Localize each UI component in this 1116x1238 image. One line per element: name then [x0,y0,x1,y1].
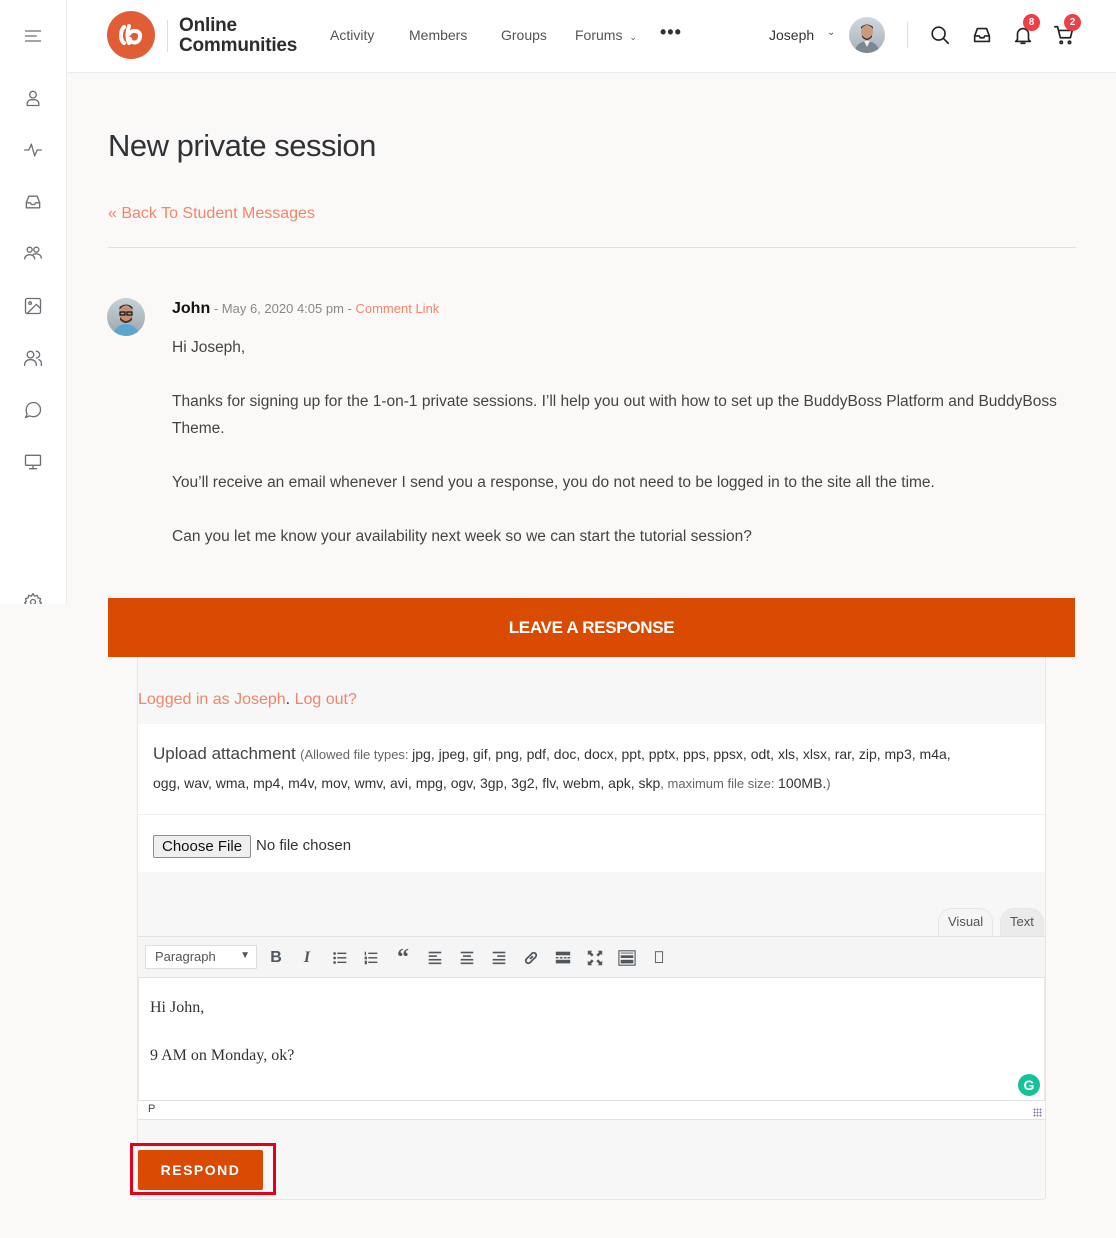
bullet-list-icon[interactable] [329,947,351,969]
nav-activity[interactable]: Activity [330,27,374,43]
italic-icon[interactable]: I [296,947,318,969]
logged-in-user-link[interactable]: Logged in as Joseph [138,691,286,708]
align-center-icon[interactable] [456,947,478,969]
placeholder-icon[interactable] [648,947,670,969]
max-size-value: 100MB. [778,775,827,791]
comment-meta: John - May 6, 2020 4:05 pm - Comment Lin… [172,300,439,318]
inbox-icon[interactable] [21,190,45,214]
user-avatar[interactable] [849,17,885,53]
activity-icon[interactable] [21,138,45,162]
read-more-icon[interactable] [552,947,574,969]
notification-badge: 8 [1023,14,1040,31]
editor-status-bar: P [138,1100,1045,1120]
comment-author[interactable]: John [172,300,210,317]
align-right-icon[interactable] [488,947,510,969]
leave-response-heading: LEAVE A RESPONSE [108,598,1075,657]
inbox-icon[interactable] [971,24,993,46]
file-status: No file chosen [256,837,352,854]
format-select-value: Paragraph [155,949,216,964]
file-input-section: Choose File No file chosen [138,814,1045,872]
resize-handle-icon[interactable] [1033,1108,1042,1117]
header-divider [907,22,908,48]
separator-dot: . [285,691,295,708]
element-path[interactable]: P [148,1103,155,1115]
nav-forums[interactable]: Forums ⌄ [575,27,637,43]
comment-date: May 6, 2020 4:05 pm [221,301,344,316]
profile-icon[interactable] [21,86,45,110]
settings-icon[interactable] [21,592,45,604]
editor-line: 9 AM on Monday, ok? [150,1047,295,1064]
choose-file-button[interactable]: Choose File [153,835,252,858]
logout-link[interactable]: Log out? [295,691,357,708]
close-paren: ) [826,776,831,791]
chevron-down-icon[interactable]: ⌄ [827,27,835,38]
photos-icon[interactable] [21,294,45,318]
allowed-types: jpg, jpeg, gif, png, pdf, doc, docx, ppt… [412,746,951,762]
chevron-down-icon: ⌄ [629,32,637,42]
grammarly-icon[interactable]: G [1018,1074,1040,1096]
respond-button[interactable]: RESPOND [138,1150,263,1190]
format-select[interactable]: Paragraph ▼ [145,945,257,969]
comment-paragraph: You’ll receive an email whenever I send … [172,474,935,491]
align-left-icon[interactable] [424,947,446,969]
comment-body: Hi Joseph, Thanks for signing up for the… [172,334,1072,577]
nav-groups[interactable]: Groups [501,27,547,43]
user-name[interactable]: Joseph [769,27,814,43]
message-editor[interactable]: Hi John, 9 AM on Monday, ok? [138,978,1045,1100]
top-header: Online Communities Activity Members Grou… [67,0,1116,73]
toolbar-toggle-icon[interactable] [616,947,638,969]
bold-icon[interactable]: B [265,947,287,969]
editor-line: Hi John, [150,999,205,1016]
brand-line-2: Communities [179,35,298,56]
blockquote-icon[interactable]: “ [392,946,414,970]
allowed-types: ogg, wav, wma, mp4, m4v, mov, wmv, avi, … [153,775,661,791]
upload-title: Upload attachment [153,744,296,763]
tab-text[interactable]: Text [1000,908,1044,936]
nav-forums-label: Forums [575,27,623,43]
divider [108,247,1076,248]
more-menu-button[interactable]: ••• [660,22,682,43]
logged-in-info: Logged in as Joseph. Log out? [138,691,357,709]
cart-badge: 2 [1064,14,1081,31]
meta-separator: - [210,301,222,316]
logo-icon[interactable] [107,11,155,59]
menu-icon[interactable] [21,24,45,48]
comment-paragraph: Hi Joseph, [172,339,246,356]
upload-attachment-section: Upload attachment (Allowed file types: j… [138,724,1045,814]
link-icon[interactable] [520,947,542,969]
comment-paragraph: Can you let me know your availability ne… [172,528,752,545]
fullscreen-icon[interactable] [584,947,606,969]
allowed-prefix: (Allowed file types: [300,747,413,762]
brand-line-1: Online [179,15,237,36]
numbered-list-icon[interactable] [360,947,382,969]
meta-separator: - [343,301,356,316]
comment-author-avatar[interactable] [107,298,145,336]
brand-name[interactable]: Online Communities [179,16,297,56]
courses-icon[interactable] [21,450,45,474]
lower-background [0,604,108,1238]
groups-icon[interactable] [21,241,45,265]
cart-icon[interactable]: 2 [1053,14,1081,46]
comment-paragraph: Thanks for signing up for the 1-on-1 pri… [172,393,1057,437]
members-icon[interactable] [21,346,45,370]
max-size-label: , maximum file size: [660,776,779,791]
forums-icon[interactable] [21,398,45,422]
notifications-icon[interactable]: 8 [1012,14,1040,46]
search-icon[interactable] [929,24,951,46]
dropdown-arrow-icon: ▼ [240,950,250,961]
sidebar [0,0,67,604]
nav-members[interactable]: Members [409,27,467,43]
logo-divider [167,20,168,52]
comment-link[interactable]: Comment Link [355,301,439,316]
editor-toolbar: Paragraph ▼ B I “ [138,936,1045,978]
back-to-messages-link[interactable]: « Back To Student Messages [108,205,315,223]
tab-visual[interactable]: Visual [938,908,994,936]
page-title: New private session [108,128,376,163]
